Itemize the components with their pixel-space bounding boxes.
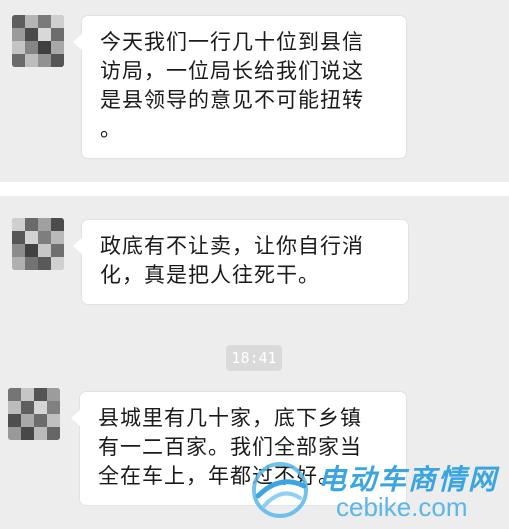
message-bubble[interactable]: 今天我们一行几十位到县信 访局，一位局长给我们说这 是县领导的意见不可能扭转 。	[73, 16, 406, 158]
message-text: 今天我们一行几十位到县信	[100, 30, 364, 54]
watermark: 电动车商情网 cebike.com	[248, 452, 506, 526]
chat-panel-top: 今天我们一行几十位到县信 访局，一位局长给我们说这 是县领导的意见不可能扭转 。	[0, 0, 509, 182]
cebike-logo-icon	[252, 462, 308, 518]
message-text: 。	[100, 117, 122, 141]
message-text: 政底有不让卖，让你自行消	[100, 234, 364, 258]
message-text: 化，真是把人往死干。	[100, 263, 320, 287]
message-text: 县城里有几十家，底下乡镇	[98, 406, 362, 430]
message-text: 访局，一位局长给我们说这	[100, 59, 364, 83]
watermark-url: cebike.com	[336, 492, 468, 522]
timestamp: 18:41	[226, 345, 282, 371]
message-text: 是县领导的意见不可能扭转	[100, 88, 364, 112]
avatar[interactable]	[12, 15, 64, 67]
message-bubble[interactable]: 政底有不让卖，让你自行消 化，真是把人往死干。	[73, 220, 408, 304]
avatar[interactable]	[8, 388, 60, 440]
screenshot-divider	[0, 182, 509, 196]
avatar[interactable]	[12, 218, 64, 270]
